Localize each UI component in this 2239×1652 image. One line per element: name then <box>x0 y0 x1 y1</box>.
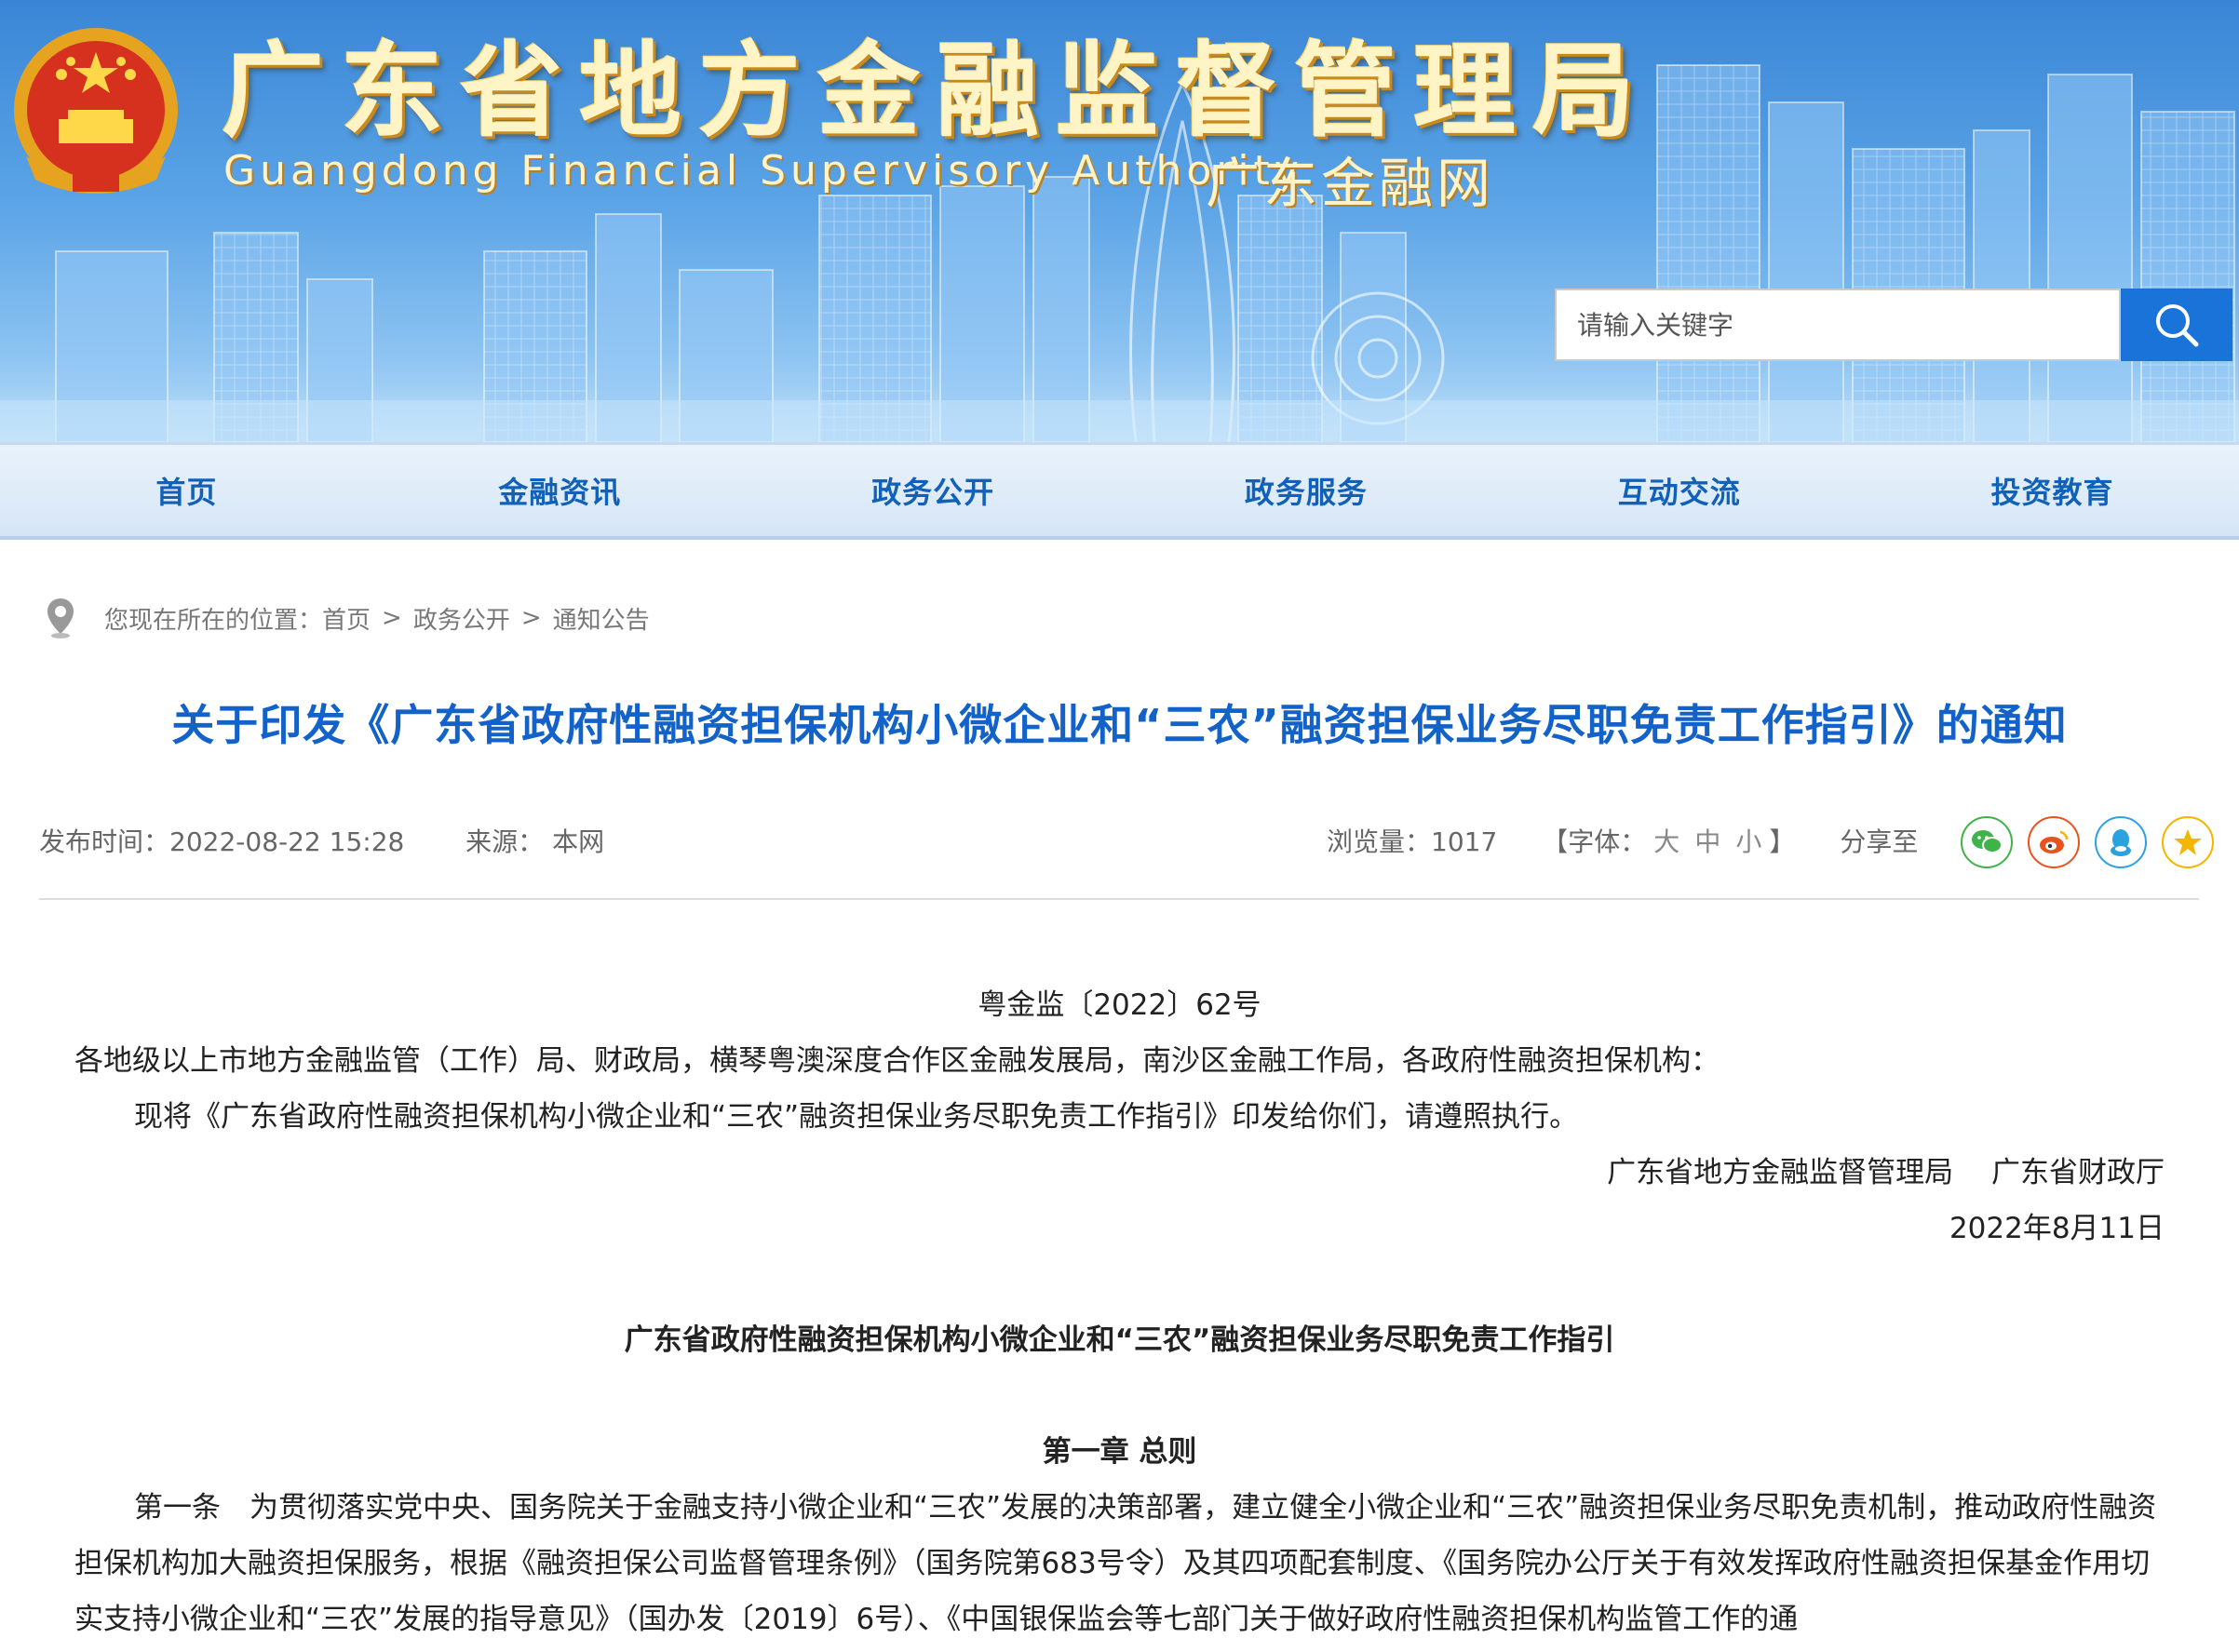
article-one-paragraph: 第一条 为贯彻落实党中央、国务院关于金融支持小微企业和“三农”发展的决策部署，建… <box>74 1491 2157 1636</box>
breadcrumb-notices[interactable]: 通知公告 <box>553 601 650 636</box>
guide-title: 广东省政府性融资担保机构小微企业和“三农”融资担保业务尽职免责工作指引 <box>624 1323 1615 1357</box>
emblem-icon <box>14 28 178 194</box>
qq-icon[interactable] <box>2095 816 2148 868</box>
nav-item-government-services[interactable]: 政务服务 <box>1119 445 1492 536</box>
font-label-close: 】 <box>1769 826 1796 857</box>
source-label: 来源： <box>465 826 545 857</box>
nav-item-financial-news[interactable]: 金融资讯 <box>373 445 747 536</box>
breadcrumb-government-affairs[interactable]: 政务公开 <box>413 601 510 636</box>
font-size-medium[interactable]: 中 <box>1694 826 1720 857</box>
article-meta: 发布时间：2022-08-22 15:28 来源： 本网 浏览量： 1017 【字… <box>39 814 2215 870</box>
nav-item-government-affairs[interactable]: 政务公开 <box>747 445 1120 536</box>
search-box <box>1555 289 2121 361</box>
header-banner: 广东省地方金融监督管理局 Guangdong Financial Supervi… <box>0 0 2239 442</box>
font-size-small[interactable]: 小 <box>1735 826 1761 857</box>
breadcrumb-separator: > <box>382 604 402 632</box>
wechat-icon[interactable] <box>1961 816 2014 868</box>
qzone-icon[interactable] <box>2162 816 2215 868</box>
location-pin-icon <box>47 598 74 638</box>
weibo-icon[interactable] <box>2028 816 2081 868</box>
site-title: 广东省地方金融监督管理局 <box>222 32 1652 151</box>
breadcrumb: 您现在所在的位置： 首页 > 政务公开 > 通知公告 <box>45 597 650 639</box>
views-label: 浏览量： <box>1327 826 1432 857</box>
document-number: 粤金监〔2022〕62号 <box>978 988 1261 1022</box>
meta-divider <box>39 898 2199 900</box>
nav-item-interaction[interactable]: 互动交流 <box>1492 445 1866 536</box>
body-paragraph: 现将《广东省政府性融资担保机构小微企业和“三农”融资担保业务尽职免责工作指引》印… <box>134 1100 1579 1134</box>
nav-item-home[interactable]: 首页 <box>0 445 373 536</box>
chapter-title: 第一章 总则 <box>1042 1435 1197 1469</box>
font-size-large[interactable]: 大 <box>1653 826 1679 857</box>
publish-time: 2022-08-22 15:28 <box>169 826 405 857</box>
publish-time-label: 发布时间： <box>39 826 170 857</box>
source: 本网 <box>552 826 605 857</box>
search-icon <box>2156 304 2199 347</box>
font-size-control: 【字体：大中小】 <box>1542 814 1795 870</box>
article-body: 粤金监〔2022〕62号 各地级以上市地方金融监管（工作）局、财政局，横琴粤澳深… <box>74 977 2165 1647</box>
font-label-open: 【字体： <box>1542 826 1647 857</box>
nav-item-investor-education[interactable]: 投资教育 <box>1866 445 2239 536</box>
view-count: 1017 <box>1431 826 1498 857</box>
signers: 广东省地方金融监督管理局 广东省财政厅 <box>1607 1156 2165 1189</box>
recipients: 各地级以上市地方金融监管（工作）局、财政局，横琴粤澳深度合作区金融发展局，南沙区… <box>74 1044 1720 1078</box>
issue-date: 2022年8月11日 <box>1949 1212 2165 1245</box>
main-nav: 首页 金融资讯 政务公开 政务服务 互动交流 投资教育 <box>0 442 2239 540</box>
article-title: 关于印发《广东省政府性融资担保机构小微企业和“三农”融资担保业务尽职免责工作指引… <box>171 700 2068 750</box>
search-button[interactable] <box>2121 289 2232 361</box>
site-subtitle-english: Guangdong Financial Supervisory Authorit… <box>223 147 1303 195</box>
breadcrumb-home[interactable]: 首页 <box>322 601 371 636</box>
breadcrumb-prefix: 您现在所在的位置： <box>104 606 323 635</box>
share-label: 分享至 <box>1840 826 1919 857</box>
site-subtitle-chinese: 广东金融网 <box>1206 152 1495 215</box>
breadcrumb-separator: > <box>520 604 542 632</box>
search-input[interactable] <box>1557 290 2119 359</box>
